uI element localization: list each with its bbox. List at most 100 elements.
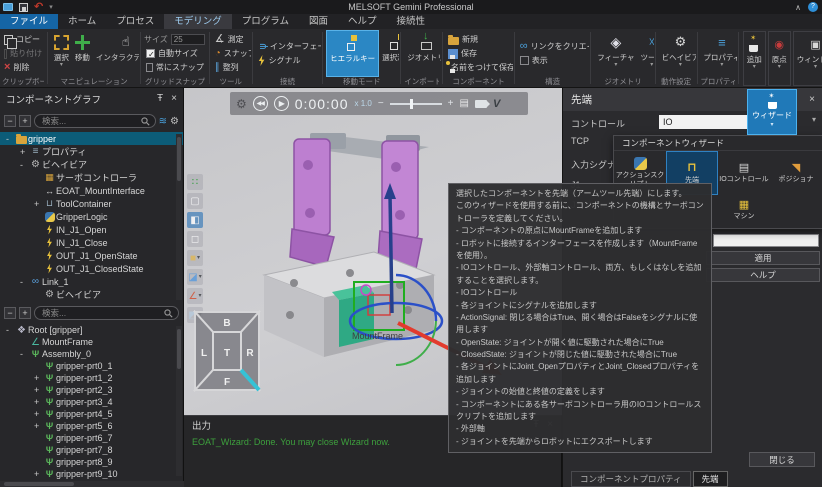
pin-icon[interactable]: Ŧ <box>157 94 163 104</box>
collapse-all-button[interactable]: − <box>4 115 16 127</box>
tab-connectivity[interactable]: 接続性 <box>387 14 436 29</box>
filter-icon[interactable]: ≋ <box>159 116 167 127</box>
slider-handle[interactable] <box>410 99 413 109</box>
new-component-button[interactable]: 新規 <box>446 33 511 46</box>
save-component-button[interactable]: 保存 <box>446 47 511 60</box>
tree-item-mountframe[interactable]: MountFrame <box>0 336 183 348</box>
geometry-import-button[interactable]: ジオメトリ <box>404 30 441 77</box>
signal-button[interactable]: シグナル <box>256 54 320 67</box>
tree-expander[interactable]: + <box>34 385 43 395</box>
panel-settings-gear-icon[interactable]: ⚙ <box>170 116 179 127</box>
navigation-cube[interactable]: B L T R F <box>193 310 261 392</box>
tree-item-part[interactable]: gripper-prt7_8 <box>0 444 183 456</box>
speed-decrease-button[interactable]: − <box>378 98 384 109</box>
show-checkbox[interactable] <box>520 56 529 65</box>
collapse-ribbon-icon[interactable]: ∧ <box>795 3 801 12</box>
tab-process[interactable]: プロセス <box>106 14 164 29</box>
wizard-item-positioner[interactable]: ◥ポジショナ <box>770 151 822 195</box>
view-orientation-icon[interactable]: ◧ <box>187 212 203 228</box>
tree-expander[interactable]: + <box>34 397 43 407</box>
tree-item-part[interactable]: +gripper-prt2_3 <box>0 384 183 396</box>
tree-item-link-1[interactable]: -Link_1 <box>0 275 183 288</box>
play-button[interactable]: ▶ <box>274 96 289 111</box>
measure-button[interactable]: ∡測定 <box>213 33 249 46</box>
behavior-button[interactable]: ⚙ビヘイビア▾ <box>659 30 696 77</box>
tree-expander[interactable]: + <box>34 199 43 209</box>
tab-help[interactable]: ヘルプ <box>338 14 387 29</box>
auto-size-checkbox[interactable] <box>146 49 155 58</box>
speed-slider[interactable] <box>390 103 442 105</box>
grid-size-input[interactable] <box>171 34 205 45</box>
tab-file[interactable]: ファイル <box>0 14 58 29</box>
tab-tip[interactable]: 先端 <box>693 471 728 487</box>
tree-expander[interactable]: - <box>6 134 15 144</box>
search-box[interactable] <box>34 306 179 320</box>
tab-modeling[interactable]: モデリング <box>164 14 232 29</box>
tree-item-in-j1-open[interactable]: IN_J1_Open <box>0 223 183 236</box>
axes-icon[interactable]: ∠▾ <box>187 288 203 304</box>
tree-expander[interactable]: - <box>20 349 29 359</box>
collapse-all-button[interactable]: − <box>4 307 16 319</box>
search-input[interactable] <box>40 115 138 127</box>
feature-button[interactable]: ◈フィーチャ▾ <box>594 30 637 77</box>
tree-expander[interactable]: + <box>20 147 29 157</box>
speed-increase-button[interactable]: + <box>448 98 454 109</box>
wireframe-cube-icon[interactable]: ◻ <box>187 231 203 247</box>
tree-item-out-j1-closedstate[interactable]: OUT_J1_ClosedState <box>0 262 183 275</box>
wizard-item-machine[interactable]: ▦マシン <box>718 195 770 225</box>
search-input[interactable] <box>40 307 161 319</box>
geometry-tools-button[interactable]: ☓ツール▾ <box>638 30 654 77</box>
tree-expander[interactable]: + <box>34 373 43 383</box>
expand-all-button[interactable]: + <box>19 307 31 319</box>
interface-button[interactable]: ⋔インターフェース <box>256 40 320 53</box>
tree-item-part[interactable]: +gripper-prt1_2 <box>0 372 183 384</box>
tree-item-part[interactable]: gripper-prt0_1 <box>0 360 183 372</box>
delete-button[interactable]: ×削除 <box>2 61 44 74</box>
wizard-button[interactable]: ウィザード ▾ <box>747 89 797 135</box>
saveas-component-button[interactable]: 名前をつけて保存 <box>446 61 511 74</box>
tree-item-servo-controller[interactable]: サーボコントローラ <box>0 171 183 184</box>
tree-item-part[interactable]: gripper-prt6_7 <box>0 432 183 444</box>
tree-item-tool-container[interactable]: +ToolContainer <box>0 197 183 210</box>
tree-item-link-behavior[interactable]: ビヘイビア <box>0 288 183 301</box>
paste-button[interactable]: 貼り付け <box>2 47 44 60</box>
hierarchy-mode-button[interactable]: ヒエラルキー <box>326 30 379 77</box>
copy-button[interactable]: コピー <box>2 33 44 46</box>
wizard-item-io-control[interactable]: ▤IOコントロール <box>718 151 770 195</box>
help-icon[interactable]: ? <box>808 2 818 12</box>
export-document-icon[interactable]: ▤ <box>460 98 469 109</box>
record-video-icon[interactable] <box>475 100 487 108</box>
origin-button[interactable]: ◉原点▾ <box>768 31 791 86</box>
tree-scrollbar[interactable] <box>176 326 182 476</box>
frame-selection-icon[interactable]: ▢ <box>187 193 203 209</box>
close-icon[interactable]: × <box>809 95 815 105</box>
tree-item-behavior[interactable]: -ビヘイビア <box>0 158 183 171</box>
interactive-button[interactable]: ☝インタラクティブ <box>93 30 139 77</box>
tree-item-mount-interface[interactable]: EOAT_MountInterface <box>0 184 183 197</box>
create-link-button[interactable]: ∞リンクをクリエイト <box>518 40 588 53</box>
tree-item-gripper-logic[interactable]: GripperLogic <box>0 210 183 223</box>
tab-home[interactable]: ホーム <box>58 14 106 29</box>
close-icon[interactable]: × <box>171 94 177 104</box>
move-button[interactable]: 移動 <box>72 30 93 77</box>
combobox-dropdown-icon[interactable]: ▾ <box>812 115 816 124</box>
snap-button[interactable]: ◔スナップ <box>213 47 249 60</box>
rewind-button[interactable]: ◀◀ <box>253 96 268 111</box>
tree-item-gripper[interactable]: -gripper <box>0 132 183 145</box>
properties-button[interactable]: ≡プロパティ▾ <box>700 30 737 77</box>
tree-item-out-j1-openstate[interactable]: OUT_J1_OpenState <box>0 249 183 262</box>
selected-mode-button[interactable]: 選択済み <box>379 30 399 77</box>
tree-expander[interactable]: + <box>34 421 43 431</box>
tree-expander[interactable]: + <box>34 409 43 419</box>
tree-item-root[interactable]: -Root [gripper] <box>0 324 183 336</box>
align-button[interactable]: ∥整列 <box>213 61 249 74</box>
tree-expander[interactable]: - <box>6 325 15 335</box>
control-combobox[interactable]: IO <box>659 115 747 129</box>
tab-program[interactable]: プログラム <box>232 14 299 29</box>
tree-item-properties[interactable]: +プロパティ <box>0 145 183 158</box>
zoom-fit-icon[interactable]: ∷ <box>187 174 203 190</box>
add-button[interactable]: 追加▾ <box>743 31 766 86</box>
expand-all-button[interactable]: + <box>19 115 31 127</box>
horizontal-scrollbar[interactable] <box>0 481 184 487</box>
solid-box-icon[interactable]: ■▾ <box>187 250 203 266</box>
